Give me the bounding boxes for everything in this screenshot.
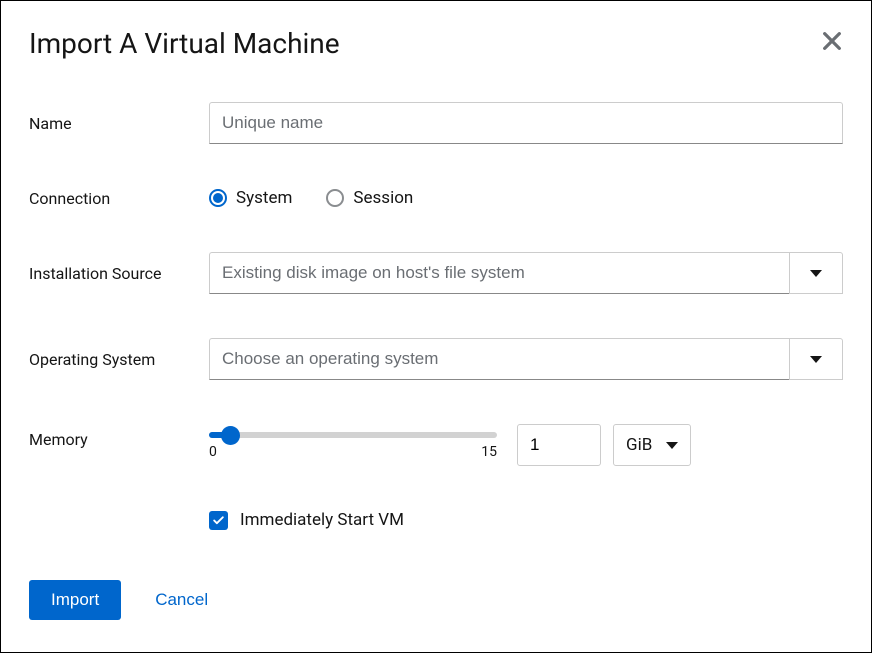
slider-thumb[interactable]: [221, 426, 240, 445]
installation-source-label: Installation Source: [29, 264, 209, 283]
installation-source-row: Installation Source: [29, 252, 843, 294]
checkmark-icon: [212, 514, 225, 527]
memory-row: Memory 0 15 GiB: [29, 424, 843, 466]
connection-system-radio[interactable]: System: [209, 188, 292, 208]
dialog-header: Import A Virtual Machine: [29, 27, 843, 60]
operating-system-input[interactable]: [209, 338, 789, 380]
memory-unit-select[interactable]: GiB: [613, 424, 691, 466]
memory-label: Memory: [29, 424, 209, 449]
connection-session-label: Session: [353, 188, 413, 208]
installation-source-input[interactable]: [209, 252, 789, 294]
name-input[interactable]: [209, 102, 843, 144]
caret-down-icon: [810, 356, 822, 363]
slider-range-labels: 0 15: [209, 444, 497, 460]
radio-unchecked-icon: [326, 189, 344, 207]
cancel-button[interactable]: Cancel: [155, 590, 208, 610]
operating-system-combo: [209, 338, 843, 380]
memory-unit-label: GiB: [626, 435, 652, 455]
caret-down-icon: [666, 442, 678, 449]
dialog-title: Import A Virtual Machine: [29, 27, 340, 60]
connection-label: Connection: [29, 189, 209, 208]
connection-session-radio[interactable]: Session: [326, 188, 413, 208]
immediately-start-checkbox[interactable]: [209, 511, 228, 530]
slider-max-label: 15: [481, 444, 497, 460]
installation-source-combo: [209, 252, 843, 294]
radio-checked-icon: [209, 189, 227, 207]
import-button[interactable]: Import: [29, 580, 121, 620]
connection-system-label: System: [236, 188, 292, 208]
installation-source-dropdown-button[interactable]: [789, 252, 843, 294]
immediately-start-row: Immediately Start VM: [209, 510, 843, 530]
connection-row: Connection System Session: [29, 188, 843, 208]
close-icon[interactable]: [821, 30, 843, 57]
slider-min-label: 0: [209, 444, 217, 460]
caret-down-icon: [810, 270, 822, 277]
memory-value-input[interactable]: [517, 424, 601, 466]
operating-system-dropdown-button[interactable]: [789, 338, 843, 380]
name-row: Name: [29, 102, 843, 144]
name-label: Name: [29, 114, 209, 133]
dialog-footer: Import Cancel: [29, 580, 843, 620]
slider-track: [209, 432, 497, 438]
connection-radio-group: System Session: [209, 188, 413, 208]
operating-system-label: Operating System: [29, 350, 209, 369]
operating-system-row: Operating System: [29, 338, 843, 380]
memory-slider[interactable]: 0 15: [209, 424, 497, 460]
immediately-start-label: Immediately Start VM: [240, 510, 404, 530]
